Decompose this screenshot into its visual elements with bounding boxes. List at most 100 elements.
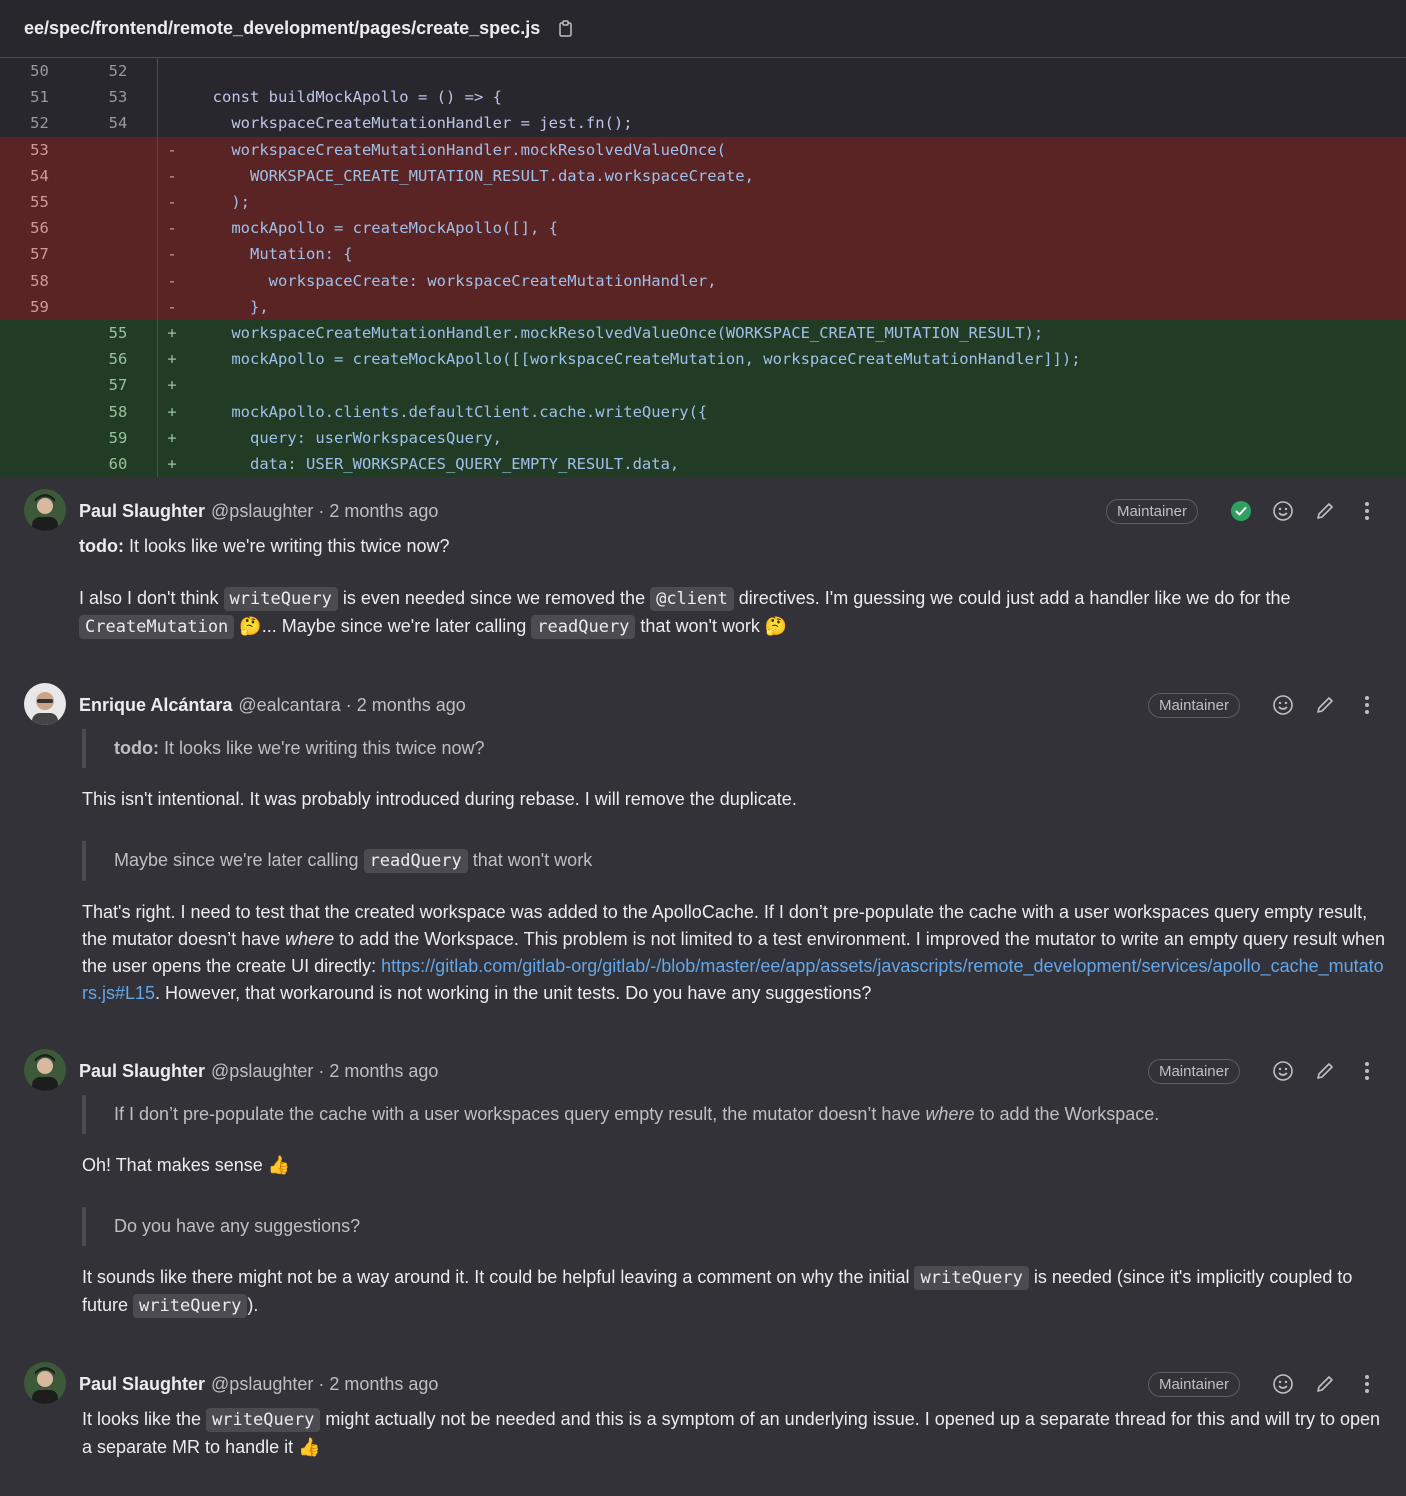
diff-sign: - bbox=[167, 219, 177, 238]
quote-text: If I don’t pre-populate the cache with a… bbox=[114, 1104, 926, 1124]
inline-code: CreateMutation bbox=[79, 615, 235, 639]
note-emphasis: where bbox=[285, 929, 335, 949]
old-line-number[interactable]: 56 bbox=[0, 219, 79, 237]
old-line-number[interactable]: 58 bbox=[0, 272, 79, 290]
diff-line-del: 54 - WORKSPACE_CREATE_MUTATION_RESULT.dat… bbox=[0, 162, 1406, 189]
code-content: const buildMockApollo = () => { bbox=[194, 88, 502, 107]
thinking-emoji: 🤔 bbox=[764, 616, 788, 637]
note-body: todo: It looks like we're writing this t… bbox=[79, 533, 1388, 671]
new-line-number[interactable] bbox=[79, 293, 158, 320]
new-line-number[interactable]: 53 bbox=[79, 84, 158, 111]
file-path[interactable]: ee/spec/frontend/remote_development/page… bbox=[24, 18, 540, 39]
discussion-thread: Paul Slaughter @pslaughter · 2 months ag… bbox=[0, 477, 1406, 1461]
note-text: ... Maybe since we're later calling bbox=[261, 616, 532, 636]
author-name[interactable]: Enrique Alcántara bbox=[79, 695, 232, 716]
code-content: mockApollo.clients.defaultClient.cache.w… bbox=[194, 402, 708, 421]
new-line-number[interactable] bbox=[79, 267, 158, 294]
new-line-number[interactable]: 54 bbox=[79, 110, 158, 137]
avatar[interactable] bbox=[24, 1049, 66, 1091]
discussion-note: Paul Slaughter @pslaughter · 2 months ag… bbox=[0, 1037, 1406, 1350]
new-line-number[interactable] bbox=[79, 136, 158, 163]
avatar[interactable] bbox=[24, 489, 66, 531]
discussion-note: Paul Slaughter @pslaughter · 2 months ag… bbox=[0, 1350, 1406, 1461]
new-line-number[interactable]: 60 bbox=[79, 450, 158, 477]
diff-line-del: 59 - }, bbox=[0, 293, 1406, 320]
avatar[interactable] bbox=[24, 683, 66, 725]
todo-label: todo: bbox=[79, 536, 124, 556]
quote-text: to add the Workspace. bbox=[974, 1104, 1160, 1124]
new-line-number[interactable]: 59 bbox=[79, 424, 158, 451]
edit-pencil-icon[interactable] bbox=[1304, 495, 1346, 527]
code-content: mockApollo = createMockApollo([], { bbox=[194, 219, 558, 238]
note-body: If I don’t pre-populate the cache with a… bbox=[79, 1095, 1388, 1350]
old-line-number[interactable]: 59 bbox=[0, 298, 79, 316]
author-name[interactable]: Paul Slaughter bbox=[79, 1061, 205, 1082]
author-name[interactable]: Paul Slaughter bbox=[79, 1374, 205, 1395]
edit-pencil-icon[interactable] bbox=[1304, 1055, 1346, 1087]
diff-view: 50 52 51 53 const buildMockApollo = () => {… bbox=[0, 58, 1406, 477]
code-content: WORKSPACE_CREATE_MUTATION_RESULT.data.wo… bbox=[194, 166, 754, 185]
edit-pencil-icon[interactable] bbox=[1304, 689, 1346, 721]
diff-line-add: 57 + bbox=[0, 372, 1406, 399]
diff-line-del: 57 - Mutation: { bbox=[0, 241, 1406, 268]
new-line-number[interactable] bbox=[79, 188, 158, 216]
more-actions-icon[interactable] bbox=[1346, 1368, 1388, 1400]
new-line-number[interactable]: 57 bbox=[79, 372, 158, 399]
new-line-number[interactable] bbox=[79, 215, 158, 242]
add-reaction-icon[interactable] bbox=[1262, 495, 1304, 527]
new-line-number[interactable]: 55 bbox=[79, 319, 158, 347]
diff-line-add: 58 + mockApollo.clients.defaultClient.cac… bbox=[0, 398, 1406, 425]
more-actions-icon[interactable] bbox=[1346, 1055, 1388, 1087]
add-reaction-icon[interactable] bbox=[1262, 1368, 1304, 1400]
inline-code: readQuery bbox=[531, 615, 636, 639]
old-line-number[interactable]: 57 bbox=[0, 245, 79, 263]
code-content: }, bbox=[194, 297, 269, 316]
more-actions-icon[interactable] bbox=[1346, 495, 1388, 527]
diff-sign: - bbox=[167, 297, 177, 316]
diff-sign: - bbox=[167, 245, 177, 264]
role-badge: Maintainer bbox=[1147, 1371, 1240, 1397]
author-name[interactable]: Paul Slaughter bbox=[79, 501, 205, 522]
new-line-number[interactable]: 56 bbox=[79, 346, 158, 373]
old-line-number[interactable]: 51 bbox=[0, 88, 79, 106]
note-text: It looks like we're writing this twice n… bbox=[123, 536, 450, 556]
diff-line-del: 53 - workspaceCreateMutationHandler.mockR… bbox=[0, 136, 1406, 163]
old-line-number[interactable]: 50 bbox=[0, 62, 79, 80]
inline-code: writeQuery bbox=[206, 1408, 321, 1432]
note-text: ). bbox=[247, 1295, 259, 1315]
quote-text: Maybe since we're later calling bbox=[114, 850, 364, 870]
old-line-number[interactable]: 53 bbox=[0, 141, 79, 159]
diff-sign: + bbox=[167, 454, 177, 473]
note-header: Paul Slaughter @pslaughter · 2 months ag… bbox=[79, 1362, 1388, 1406]
old-line-number[interactable]: 52 bbox=[0, 114, 79, 132]
old-line-number[interactable]: 54 bbox=[0, 167, 79, 185]
add-reaction-icon[interactable] bbox=[1262, 689, 1304, 721]
new-line-number[interactable] bbox=[79, 241, 158, 268]
code-content: data: USER_WORKSPACES_QUERY_EMPTY_RESULT… bbox=[194, 454, 680, 473]
old-line-number[interactable]: 55 bbox=[0, 193, 79, 211]
author-handle-time: @pslaughter · 2 months ago bbox=[211, 500, 439, 521]
add-reaction-icon[interactable] bbox=[1262, 1055, 1304, 1087]
edit-pencil-icon[interactable] bbox=[1304, 1368, 1346, 1400]
diff-line-add: 56 + mockApollo = createMockApollo([[work… bbox=[0, 346, 1406, 373]
role-badge: Maintainer bbox=[1147, 1058, 1240, 1084]
todo-label: todo: bbox=[114, 738, 159, 758]
new-line-number[interactable] bbox=[79, 162, 158, 189]
new-line-number[interactable]: 52 bbox=[79, 58, 158, 85]
avatar[interactable] bbox=[24, 1362, 66, 1404]
new-line-number[interactable]: 58 bbox=[79, 398, 158, 425]
diff-line-del: 56 - mockApollo = createMockApollo([], { bbox=[0, 215, 1406, 242]
more-actions-icon[interactable] bbox=[1346, 689, 1388, 721]
inline-code: readQuery bbox=[363, 849, 468, 873]
file-header: ee/spec/frontend/remote_development/page… bbox=[0, 0, 1406, 58]
diff-sign: - bbox=[167, 271, 177, 290]
quote: todo: It looks like we're writing this t… bbox=[82, 729, 1388, 768]
quote: If I don’t pre-populate the cache with a… bbox=[82, 1095, 1388, 1134]
resolved-check-icon[interactable] bbox=[1220, 495, 1262, 527]
note-text: It looks like the bbox=[82, 1409, 207, 1429]
diff-sign: + bbox=[167, 402, 177, 421]
diff-sign: + bbox=[167, 376, 177, 395]
diff-sign: - bbox=[167, 140, 177, 159]
diff-sign: + bbox=[167, 428, 177, 447]
copy-file-path-icon[interactable] bbox=[556, 18, 576, 40]
